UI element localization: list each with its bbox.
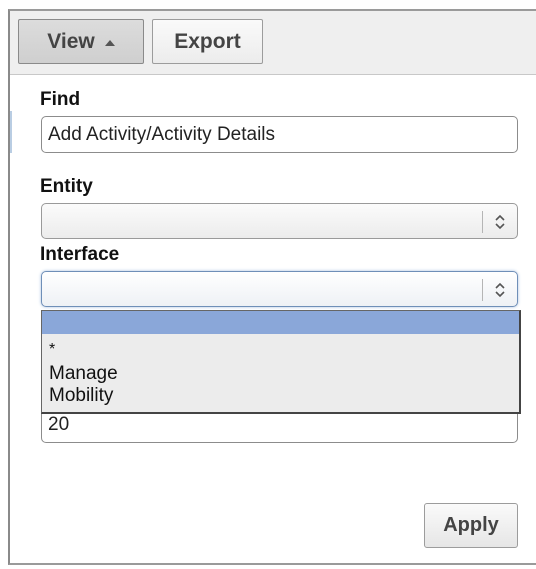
select-divider [482, 211, 483, 233]
apply-button[interactable]: Apply [424, 503, 518, 548]
interface-label: Interface [40, 244, 120, 265]
chevron-updown-icon [495, 214, 505, 230]
view-button-label: View [47, 29, 95, 53]
find-input[interactable] [41, 116, 518, 153]
filter-panel: View Export Find Entity Interface * Mana… [8, 9, 536, 565]
apply-button-label: Apply [443, 514, 499, 536]
interface-dropdown-list: * Manage Mobility [41, 310, 521, 414]
toolbar: View Export [10, 11, 536, 75]
find-label: Find [40, 89, 81, 110]
dropdown-option-empty[interactable] [42, 311, 519, 334]
view-button[interactable]: View [18, 19, 144, 64]
export-button-label: Export [174, 29, 241, 53]
caret-up-icon [104, 39, 115, 46]
export-button[interactable]: Export [152, 19, 263, 64]
dropdown-option-mobility[interactable]: Mobility [42, 385, 519, 407]
dropdown-option-star[interactable]: * [42, 334, 519, 363]
entity-select[interactable] [41, 203, 518, 239]
entity-label: Entity [40, 176, 93, 197]
chevron-updown-icon [495, 282, 505, 298]
interface-select[interactable] [41, 271, 518, 307]
select-divider [482, 279, 483, 301]
scroll-indicator [10, 111, 12, 153]
dropdown-option-manage[interactable]: Manage [42, 363, 519, 385]
